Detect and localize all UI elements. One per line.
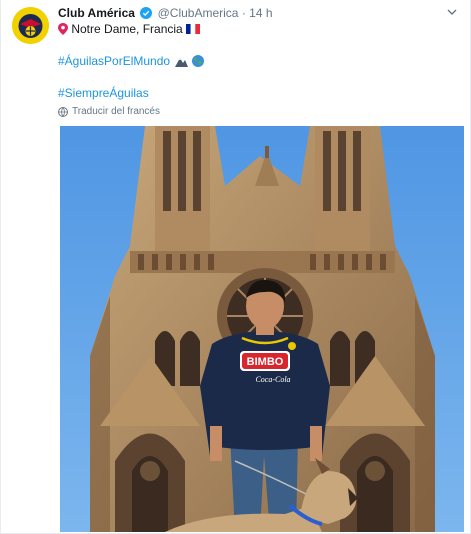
hashtag-aguilas-por-el-mundo[interactable]: #ÁguilasPorElMundo — [58, 54, 170, 68]
shirt-sponsor-text: BIMBO — [247, 356, 284, 368]
tweet-photo[interactable]: BIMBO Coca-Cola — [60, 126, 464, 532]
verified-badge-icon — [140, 7, 153, 19]
location-line: Notre Dame, Francia — [58, 22, 201, 36]
shirt-brand-text: Coca-Cola — [255, 375, 290, 384]
club-america-crest-icon — [12, 7, 49, 44]
avatar[interactable] — [12, 7, 49, 44]
location-pin-icon — [58, 23, 68, 35]
france-flag-icon — [186, 24, 201, 34]
hashtag-line-2: #SiempreÁguilas — [58, 86, 149, 100]
translate-label[interactable]: Traducir del francés — [72, 106, 160, 117]
cathedral-photo-illustration: BIMBO Coca-Cola — [60, 126, 464, 532]
display-name[interactable]: Club América — [58, 6, 135, 20]
mountain-icon — [175, 58, 189, 67]
hashtag-siempre-aguilas[interactable]: #SiempreÁguilas — [58, 86, 149, 100]
timestamp[interactable]: 14 h — [249, 6, 272, 20]
translate-globe-icon — [58, 106, 68, 117]
translate-link[interactable]: Traducir del francés — [58, 106, 160, 117]
tweet-card[interactable]: Club América @ClubAmerica · 14 h Notre D… — [0, 0, 471, 534]
chevron-down-icon[interactable] — [446, 6, 458, 18]
location-text: Notre Dame, Francia — [71, 22, 183, 36]
hashtag-line-1: #ÁguilasPorElMundo — [58, 54, 204, 68]
separator: · — [241, 6, 246, 20]
globe-icon — [191, 55, 204, 67]
handle[interactable]: @ClubAmerica — [158, 6, 239, 20]
tweet-header: Club América @ClubAmerica · 14 h — [58, 6, 273, 20]
